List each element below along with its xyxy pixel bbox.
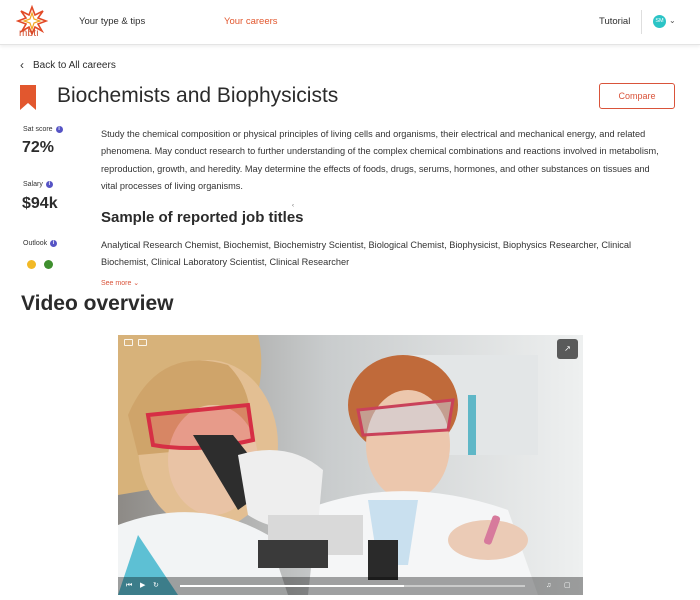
nav-divider xyxy=(641,10,642,34)
expand-icon[interactable]: ▢ xyxy=(564,581,571,591)
info-icon[interactable]: i xyxy=(50,240,58,247)
top-nav: mbti Your type & tips Your careers Tutor… xyxy=(0,0,700,45)
play-icon[interactable]: ▶ xyxy=(140,581,145,591)
video-controls-bar: ⏮ ▶ ↻ ♫ ▢ xyxy=(118,577,583,595)
sat-score-label-text: Sat score xyxy=(23,126,53,133)
video-frame-image xyxy=(118,335,583,595)
job-titles-list: Analytical Research Chemist, Biochemist,… xyxy=(101,240,632,268)
see-more-label: See more xyxy=(101,280,132,287)
video-top-controls xyxy=(124,339,147,346)
chevron-down-icon[interactable]: ⌄ xyxy=(669,16,676,25)
sat-score-value: 72% xyxy=(22,139,55,156)
see-more-link[interactable]: See more ⌄ xyxy=(101,279,139,287)
back-to-careers-link[interactable]: ‹ Back to All careers xyxy=(20,58,116,72)
sat-score-label: Sat score i xyxy=(23,126,63,133)
caption-icon[interactable] xyxy=(138,339,147,346)
avatar[interactable]: SM xyxy=(653,15,666,28)
outlook-icons xyxy=(27,260,53,269)
info-icon[interactable]: i xyxy=(55,126,63,133)
career-description: Study the chemical composition or physic… xyxy=(101,129,659,192)
salary-label-text: Salary xyxy=(23,181,43,188)
bookmark-icon[interactable] xyxy=(20,85,36,110)
salary-value: $94k xyxy=(22,195,58,212)
video-overview-heading: Video overview xyxy=(21,292,174,315)
compare-button[interactable]: Compare xyxy=(599,83,675,109)
back-link-label: Back to All careers xyxy=(33,59,116,71)
job-titles-heading: Sample of reported job titles xyxy=(101,209,304,226)
progress-fill xyxy=(180,585,405,587)
salary-label: Salary i xyxy=(23,181,53,188)
progress-track[interactable] xyxy=(180,585,525,587)
outlook-label-text: Outlook xyxy=(23,240,48,247)
rewind-icon[interactable]: ⏮ xyxy=(126,581,132,591)
nav-link-your-careers[interactable]: Your careers xyxy=(224,16,278,27)
share-icon[interactable]: ↗ xyxy=(557,339,578,359)
tutorial-link[interactable]: Tutorial xyxy=(599,16,630,27)
page-title: Biochemists and Biophysicists xyxy=(57,84,339,107)
nav-link-type-tips[interactable]: Your type & tips xyxy=(79,16,145,27)
outlook-label: Outlook i xyxy=(23,240,58,247)
fullscreen-icon[interactable] xyxy=(124,339,133,346)
logo-text: mbti xyxy=(19,28,39,39)
volume-icon[interactable]: ♫ xyxy=(546,581,551,591)
lightbulb-icon xyxy=(27,260,36,269)
info-icon[interactable]: i xyxy=(45,181,53,188)
replay-icon[interactable]: ↻ xyxy=(153,581,159,591)
chevron-left-icon: ‹ xyxy=(20,58,24,72)
leaf-icon xyxy=(44,260,53,269)
video-player[interactable]: ↗ ⏮ ▶ ↻ ♫ ▢ xyxy=(118,335,583,595)
